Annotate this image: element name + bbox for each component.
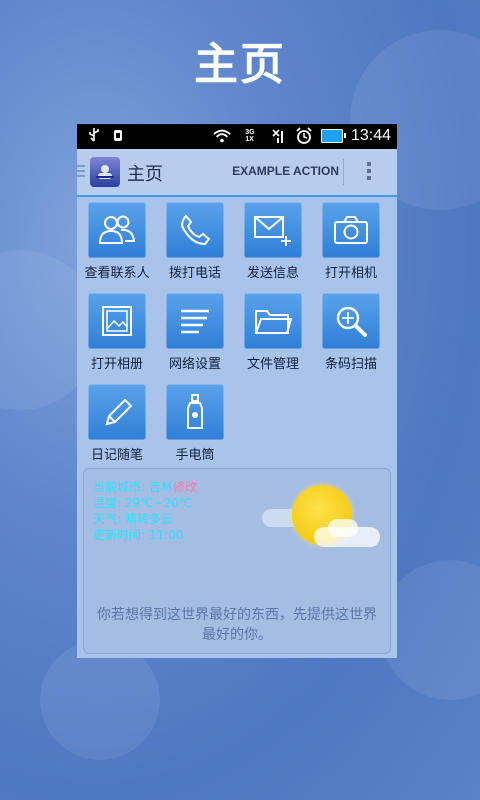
weather-widget[interactable]: 当前城市: 吉林修改 温度: 29℃~20℃ 天气: 晴转多云 更新时间: 11… — [83, 468, 391, 654]
status-right-icons: 3G 1X 13:44 — [213, 127, 391, 145]
grid-item-contacts[interactable]: 查看联系人 — [81, 202, 153, 281]
grid-item-label: 打开相册 — [90, 357, 143, 372]
grid-item-label: 网络设置 — [168, 357, 221, 372]
drawer-indicator-icon[interactable] — [77, 165, 85, 180]
phone-screen: 3G 1X 13:44 主页 EXAMPLE ACTION 查看联系人 拨打电话… — [77, 124, 397, 658]
alarm-icon — [295, 127, 313, 145]
overflow-menu-icon[interactable] — [367, 162, 373, 183]
promo-title: 主页 — [194, 39, 286, 90]
gallery-icon — [88, 293, 146, 349]
grid-item-flashlight[interactable]: 手电筒 — [159, 384, 231, 463]
grid-item-label: 查看联系人 — [84, 266, 150, 281]
city-name: 吉林 — [148, 480, 173, 494]
grid-item-label: 拨打电话 — [168, 266, 221, 281]
contacts-icon — [88, 202, 146, 258]
signal-icon: 3G 1X — [239, 127, 261, 145]
camera-icon — [322, 202, 380, 258]
network-type-top: 3G — [245, 129, 255, 136]
status-time: 13:44 — [350, 127, 391, 144]
grid-item-label: 条码扫描 — [324, 357, 377, 372]
weather-temp: 温度: 29℃~20℃ — [93, 496, 193, 510]
phone-icon — [166, 202, 224, 258]
weather-city-line: 当前城市: 吉林修改 — [93, 479, 197, 495]
city-label: 当前城市: — [93, 480, 146, 494]
network-settings-icon — [166, 293, 224, 349]
battery-charging-icon — [320, 129, 346, 143]
grid-item-gallery[interactable]: 打开相册 — [81, 293, 153, 372]
action-bar-title: 主页 — [127, 164, 163, 185]
status-left-icons — [87, 127, 125, 147]
grid-item-label: 打开相机 — [324, 266, 377, 281]
compose-message-icon — [244, 202, 302, 258]
no-signal-icon — [269, 127, 287, 145]
grid-item-label: 日记随笔 — [90, 448, 143, 463]
example-action-button[interactable]: EXAMPLE ACTION — [232, 164, 339, 178]
flashlight-icon — [166, 384, 224, 440]
usb-icon — [87, 128, 105, 147]
debug-icon — [111, 130, 125, 147]
weather-condition: 天气: 晴转多云 — [93, 512, 173, 526]
pencil-icon — [88, 384, 146, 440]
grid-item-label: 文件管理 — [246, 357, 299, 372]
status-bar: 3G 1X 13:44 — [77, 124, 397, 149]
network-type-bottom: 1X — [245, 136, 254, 143]
grid-item-network[interactable]: 网络设置 — [159, 293, 231, 372]
grid-item-scan[interactable]: 条码扫描 — [315, 293, 387, 372]
grid-item-diary[interactable]: 日记随笔 — [81, 384, 153, 463]
action-divider — [343, 159, 344, 185]
app-logo-icon[interactable] — [90, 157, 120, 187]
weather-info: 当前城市: 吉林修改 温度: 29℃~20℃ 天气: 晴转多云 更新时间: 11… — [93, 479, 197, 543]
grid-item-message[interactable]: 发送信息 — [237, 202, 309, 281]
weather-updated: 更新时间: 11:00 — [93, 528, 184, 542]
grid-item-camera[interactable]: 打开相机 — [315, 202, 387, 281]
change-city-link[interactable]: 修改 — [173, 480, 197, 494]
grid-item-files[interactable]: 文件管理 — [237, 293, 309, 372]
folder-icon — [244, 293, 302, 349]
grid-item-label: 手电筒 — [175, 448, 215, 463]
grid-item-label: 发送信息 — [246, 266, 299, 281]
grid-item-call[interactable]: 拨打电话 — [159, 202, 231, 281]
wifi-icon — [213, 127, 231, 145]
quote-text: 你若想得到这世界最好的东西，先提供这世界最好的你。 — [97, 607, 377, 643]
barcode-scan-icon — [322, 293, 380, 349]
action-bar: 主页 EXAMPLE ACTION — [77, 149, 397, 197]
